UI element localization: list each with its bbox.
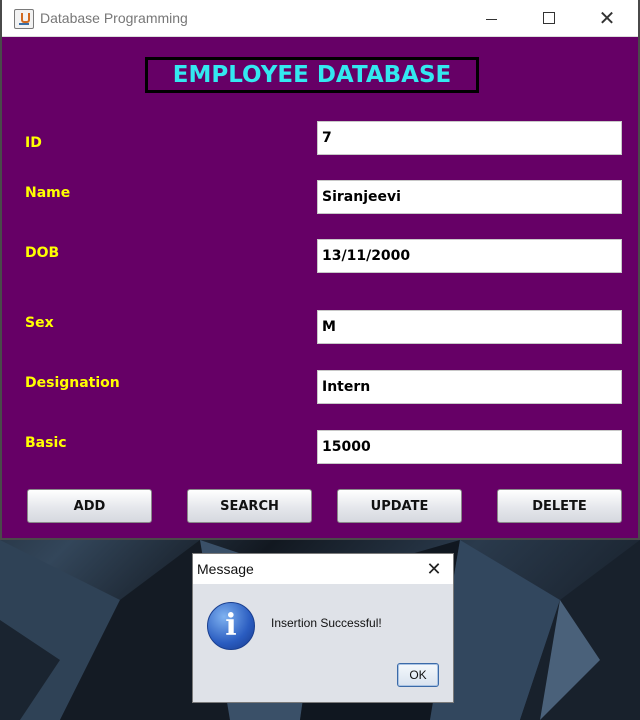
search-button[interactable]: SEARCH <box>187 489 312 523</box>
window-titlebar[interactable]: Database Programming ✕ <box>2 0 638 37</box>
maximize-icon <box>543 12 555 24</box>
close-button[interactable]: ✕ <box>578 0 636 36</box>
header-box: EMPLOYEE DATABASE <box>145 57 479 93</box>
dialog-message: Insertion Successful! <box>271 616 382 630</box>
main-window: Database Programming ✕ EMPLOYEE DATABASE… <box>0 0 640 540</box>
name-field[interactable]: Siranjeevi <box>317 180 622 214</box>
designation-field[interactable]: Intern <box>317 370 622 404</box>
form-header: EMPLOYEE DATABASE <box>172 62 452 88</box>
sex-label: Sex <box>25 315 54 331</box>
close-icon: ✕ <box>426 558 442 580</box>
update-button[interactable]: UPDATE <box>337 489 462 523</box>
sex-field[interactable]: M <box>317 310 622 344</box>
dialog-close-button[interactable]: ✕ <box>421 557 447 581</box>
add-button[interactable]: ADD <box>27 489 152 523</box>
ok-button[interactable]: OK <box>397 663 439 687</box>
name-label: Name <box>25 185 71 201</box>
designation-label: Designation <box>25 375 120 391</box>
dob-label: DOB <box>25 245 60 261</box>
delete-button[interactable]: DELETE <box>497 489 622 523</box>
maximize-button[interactable] <box>520 0 578 36</box>
form-panel: EMPLOYEE DATABASE ID 7 Name Siranjeevi D… <box>2 37 638 538</box>
dialog-title: Message <box>197 561 254 577</box>
id-field[interactable]: 7 <box>317 121 622 155</box>
message-dialog: Message ✕ i Insertion Successful! OK <box>192 553 454 703</box>
dob-field[interactable]: 13/11/2000 <box>317 239 622 273</box>
minimize-icon <box>485 18 497 20</box>
close-icon: ✕ <box>598 6 616 30</box>
window-title: Database Programming <box>40 10 188 26</box>
info-icon: i <box>207 602 255 650</box>
basic-field[interactable]: 15000 <box>317 430 622 464</box>
minimize-button[interactable] <box>462 0 520 36</box>
dialog-titlebar[interactable]: Message ✕ <box>193 554 453 584</box>
basic-label: Basic <box>25 435 67 451</box>
id-label: ID <box>25 135 42 151</box>
dialog-body: i Insertion Successful! OK <box>193 584 453 702</box>
java-app-icon <box>14 9 34 29</box>
